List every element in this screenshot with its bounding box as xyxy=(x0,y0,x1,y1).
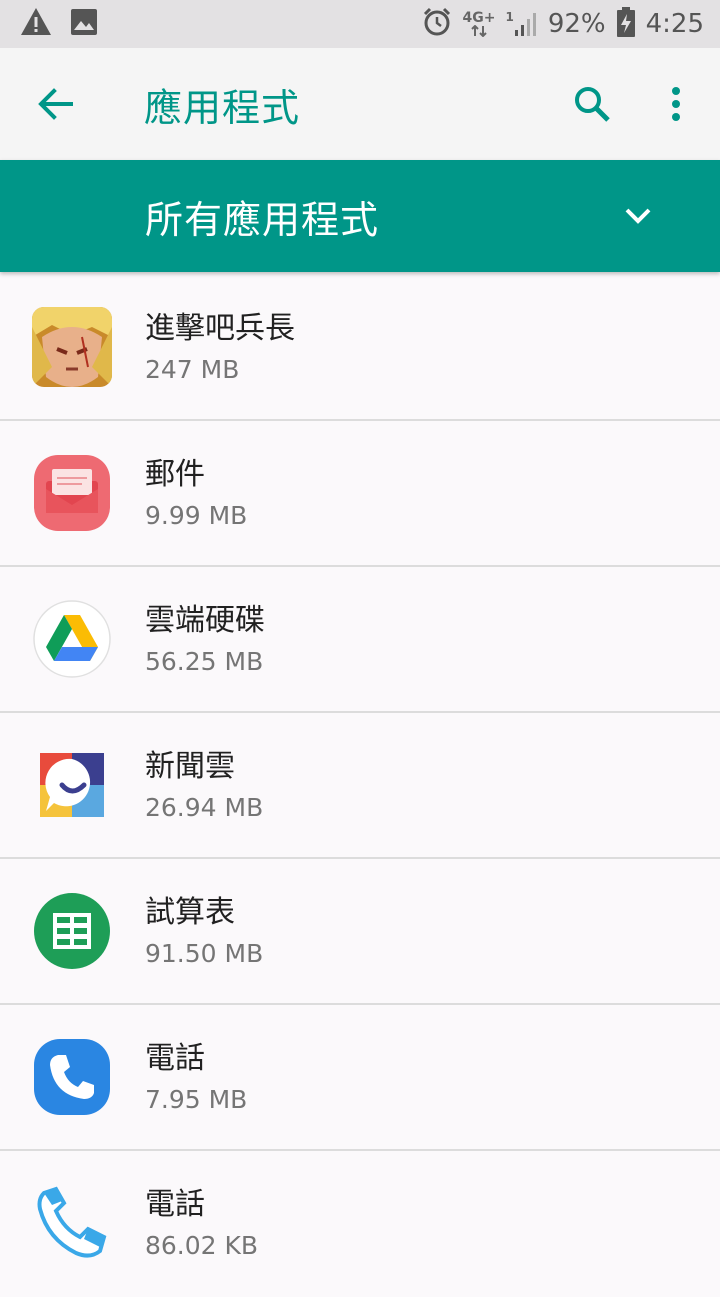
app-list-item[interactable]: 試算表 91.50 MB xyxy=(0,859,720,1005)
warning-icon xyxy=(20,7,52,41)
app-list-item[interactable]: 進擊吧兵長 247 MB xyxy=(0,275,720,421)
app-list-item[interactable]: 新聞雲 26.94 MB xyxy=(0,713,720,859)
app-name: 電話 xyxy=(145,1041,205,1076)
app-size: 9.99 MB xyxy=(145,501,248,530)
battery-percent: 92% xyxy=(547,9,606,39)
back-button[interactable] xyxy=(26,74,86,134)
battery-charging-icon xyxy=(616,6,636,42)
app-size: 7.95 MB xyxy=(145,1085,248,1114)
app-list: 進擊吧兵長 247 MB 郵件 9.99 MB 雲端硬碟 56.25 MB 新聞… xyxy=(0,275,720,1297)
chevron-down-icon xyxy=(618,196,658,236)
app-name: 進擊吧兵長 xyxy=(145,311,295,346)
news-cloud-icon xyxy=(32,745,112,825)
alarm-icon xyxy=(422,7,452,41)
app-filter-dropdown[interactable]: 所有應用程式 xyxy=(0,160,720,272)
network-type-label: 4G+ xyxy=(462,10,496,26)
clock: 4:25 xyxy=(645,9,704,39)
app-size: 56.25 MB xyxy=(145,647,264,676)
arrow-back-icon xyxy=(38,88,73,120)
game-character-icon xyxy=(32,307,112,387)
app-size: 247 MB xyxy=(145,355,240,384)
search-button[interactable] xyxy=(562,74,622,134)
signal-icon: 1 xyxy=(505,10,537,38)
app-name: 雲端硬碟 xyxy=(145,603,265,638)
status-bar: 4G+ 1 92% 4:25 xyxy=(0,0,720,48)
sheets-icon xyxy=(32,891,112,971)
image-icon xyxy=(70,8,98,40)
mail-envelope-icon xyxy=(32,453,112,533)
app-size: 91.50 MB xyxy=(145,939,264,968)
app-list-item[interactable]: 電話 7.95 MB xyxy=(0,1005,720,1151)
more-options-button[interactable] xyxy=(646,74,706,134)
search-icon xyxy=(575,87,610,122)
app-name: 試算表 xyxy=(145,895,235,930)
app-size: 86.02 KB xyxy=(145,1231,259,1260)
data-arrows-icon xyxy=(471,25,487,37)
app-name: 新聞雲 xyxy=(145,749,235,784)
more-vert-icon xyxy=(672,87,680,121)
app-list-item[interactable]: 郵件 9.99 MB xyxy=(0,421,720,567)
google-drive-icon xyxy=(32,599,112,679)
filter-label: 所有應用程式 xyxy=(145,197,380,242)
network-indicator: 4G+ xyxy=(462,11,495,37)
phone-handset-icon xyxy=(32,1183,112,1263)
app-list-item[interactable]: 雲端硬碟 56.25 MB xyxy=(0,567,720,713)
phone-blue-icon xyxy=(32,1037,112,1117)
page-title: 應用程式 xyxy=(144,85,301,130)
app-list-item[interactable]: 電話 86.02 KB xyxy=(0,1151,720,1297)
app-size: 26.94 MB xyxy=(145,793,264,822)
sim-slot-label: 1 xyxy=(505,10,514,24)
app-name: 電話 xyxy=(145,1187,205,1222)
app-bar: 應用程式 xyxy=(0,48,720,160)
app-name: 郵件 xyxy=(145,457,205,492)
